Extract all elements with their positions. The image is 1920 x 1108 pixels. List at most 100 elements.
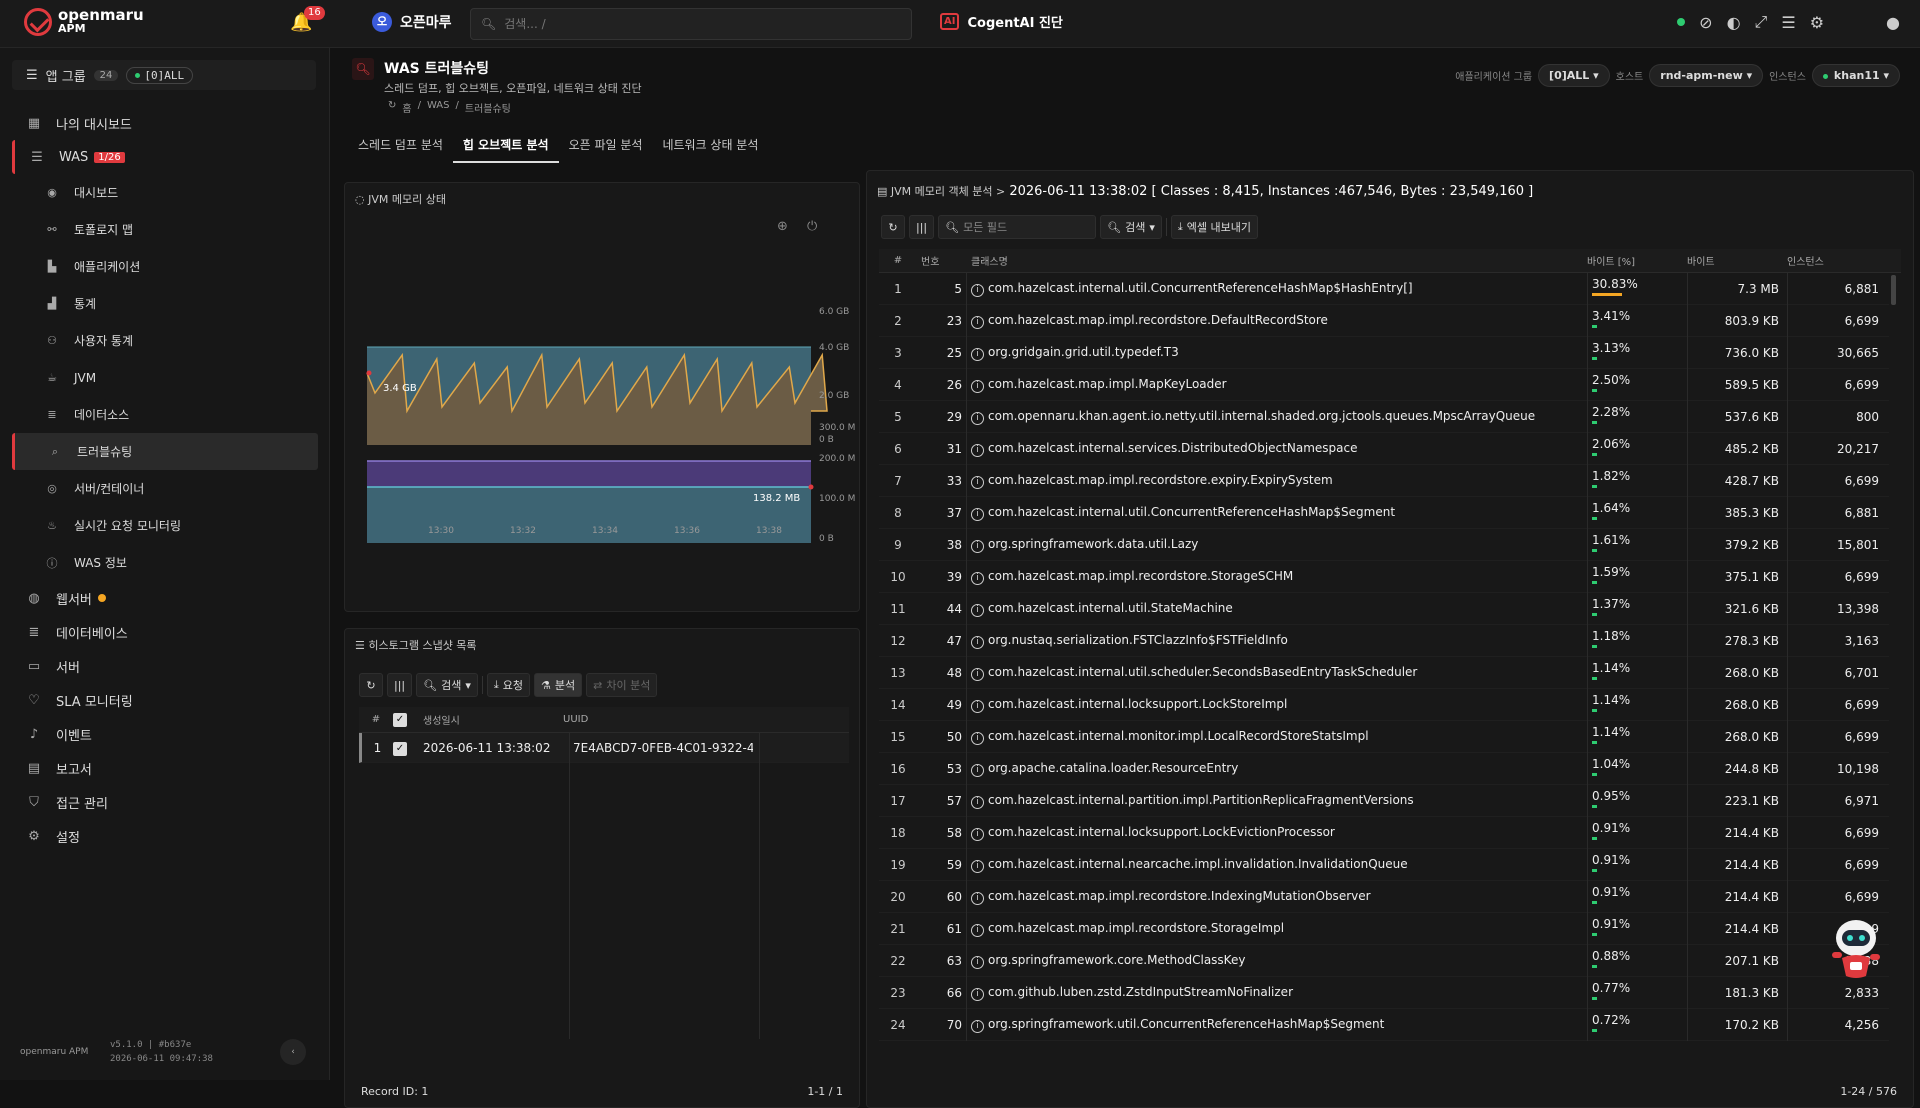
sidebar-item-6[interactable]: ⚇ 사용자 통계 xyxy=(12,322,318,359)
sidebar-item-1[interactable]: ☰ WAS 1/26 xyxy=(12,140,318,174)
info-icon[interactable]: i xyxy=(971,827,984,841)
sidebar-item-0[interactable]: ▦ 나의 대시보드 xyxy=(12,106,318,140)
info-icon[interactable]: i xyxy=(971,667,984,681)
info-icon[interactable]: i xyxy=(971,283,984,297)
mute-alarm-icon[interactable]: ⊘ xyxy=(1699,13,1712,32)
cogent-ai-button[interactable]: AI CogentAI 진단 xyxy=(940,12,1063,31)
user-avatar-icon[interactable]: ● xyxy=(1886,13,1900,32)
table-row[interactable]: 14 49 i com.hazelcast.internal.locksupport.… xyxy=(879,688,1889,721)
table-row[interactable]: 13 48 i com.hazelcast.internal.util.schedul… xyxy=(879,656,1889,689)
row-checkbox[interactable]: ✓ xyxy=(393,741,407,756)
global-search[interactable]: 🔍︎ xyxy=(470,8,912,40)
sidebar-item-16[interactable]: ♡ SLA 모니터링 xyxy=(12,683,318,717)
excel-export-button[interactable]: ⤓ 엑셀 내보내기 xyxy=(1170,215,1258,239)
sidebar-item-10[interactable]: ◎ 서버/컨테이너 xyxy=(12,470,318,507)
breadcrumb-was[interactable]: WAS xyxy=(427,100,450,115)
table-row[interactable]: 12 47 i org.nustaq.serialization.FSTClazzIn… xyxy=(879,624,1889,657)
info-icon[interactable]: i xyxy=(971,315,984,329)
table-row[interactable]: 8 37 i com.hazelcast.internal.util.Concurre… xyxy=(879,496,1889,529)
table-row[interactable]: 22 63 i org.springframework.core.MethodClas… xyxy=(879,944,1889,977)
sidebar-item-17[interactable]: ♪ 이벤트 xyxy=(12,717,318,751)
app-group-all-badge[interactable]: [0]ALL xyxy=(126,66,194,84)
org-selector[interactable]: 오 오픈마루 xyxy=(372,12,452,32)
global-search-input[interactable] xyxy=(504,17,885,31)
info-icon[interactable]: i xyxy=(971,347,984,361)
diff-analyze-button[interactable]: ⇄ 차이 분석 xyxy=(586,673,658,697)
tab-heap-object[interactable]: 힙 오브젝트 분석 xyxy=(452,130,559,163)
info-icon[interactable]: i xyxy=(971,923,984,937)
table-row[interactable]: 1 ✓ 2026-06-11 13:38:02 7E4ABCD7-0FEB-4C01-… xyxy=(359,733,849,763)
info-icon[interactable]: i xyxy=(971,635,984,649)
sidebar-item-8[interactable]: ≣ 데이터소스 xyxy=(12,396,318,433)
refresh-button[interactable]: ↻ xyxy=(881,215,905,239)
request-button[interactable]: ⤓ 요청 xyxy=(486,673,530,697)
filter-app-select[interactable]: [0]ALL ▾ xyxy=(1538,64,1610,87)
table-row[interactable]: 24 70 i org.springframework.util.Concurrent… xyxy=(879,1008,1889,1041)
info-icon[interactable]: i xyxy=(971,987,984,1001)
sidebar-item-19[interactable]: ⛉ 접근 관리 xyxy=(12,785,318,819)
sidebar-item-5[interactable]: ▟ 통계 xyxy=(12,285,318,322)
filter-host-select[interactable]: rnd-apm-new ▾ xyxy=(1649,64,1764,87)
table-row[interactable]: 7 33 i com.hazelcast.map.impl.recordstore.e… xyxy=(879,464,1889,497)
theme-toggle-icon[interactable]: ◐ xyxy=(1727,13,1741,32)
table-row[interactable]: 21 61 i com.hazelcast.map.impl.recordstore.… xyxy=(879,912,1889,945)
info-icon[interactable]: i xyxy=(971,443,984,457)
search-button[interactable]: 🔍︎ 검색 ▾ xyxy=(1100,215,1162,239)
columns-button[interactable]: ||| xyxy=(909,215,935,239)
table-row[interactable]: 5 29 i com.opennaru.khan.agent.io.netty.uti… xyxy=(879,400,1889,433)
info-icon[interactable]: i xyxy=(971,795,984,809)
info-icon[interactable]: i xyxy=(971,379,984,393)
sidebar-item-13[interactable]: ◍ 웹서버 xyxy=(12,581,318,615)
app-logo[interactable]: openmaru APM xyxy=(24,8,144,36)
table-row[interactable]: 19 59 i com.hazelcast.internal.nearcache.im… xyxy=(879,848,1889,881)
info-icon[interactable]: i xyxy=(971,955,984,969)
table-row[interactable]: 4 26 i com.hazelcast.map.impl.MapKeyLoader 2… xyxy=(879,368,1889,401)
sidebar-item-14[interactable]: ≣ 데이터베이스 xyxy=(12,615,318,649)
notification-button[interactable]: 🔔 16 xyxy=(290,6,325,36)
info-icon[interactable]: i xyxy=(971,731,984,745)
search-button[interactable]: 🔍︎ 검색 ▾ xyxy=(416,673,478,697)
info-icon[interactable]: i xyxy=(971,539,984,553)
filter-instance-select[interactable]: khan11 ▾ xyxy=(1811,64,1900,87)
select-all-checkbox[interactable]: ✓ xyxy=(393,712,407,727)
menu-icon[interactable]: ☰ xyxy=(1781,13,1795,32)
app-group-selector[interactable]: ☰ 앱 그룹 24 [0]ALL xyxy=(12,60,316,90)
table-row[interactable]: 1 5 i com.hazelcast.internal.util.Concurren… xyxy=(879,273,1889,305)
assistant-mascot[interactable] xyxy=(1828,912,1884,982)
tab-open-file[interactable]: 오픈 파일 분석 xyxy=(559,130,653,163)
gear-icon[interactable]: ⚙ xyxy=(1810,13,1824,32)
table-row[interactable]: 9 38 i org.springframework.data.util.Lazy 1.… xyxy=(879,528,1889,561)
info-icon[interactable]: i xyxy=(971,891,984,905)
info-icon[interactable]: i xyxy=(971,475,984,489)
table-row[interactable]: 17 57 i com.hazelcast.internal.partition.im… xyxy=(879,784,1889,817)
table-scrollbar[interactable] xyxy=(1891,275,1896,305)
table-row[interactable]: 3 25 i org.gridgain.grid.util.typedef.T3 3.1… xyxy=(879,336,1889,369)
sidebar-item-18[interactable]: ▤ 보고서 xyxy=(12,751,318,785)
sidebar-item-2[interactable]: ◉ 대시보드 xyxy=(12,174,318,211)
breadcrumb-home[interactable]: 홈 xyxy=(402,100,411,115)
analyze-button[interactable]: ⚗ 분석 xyxy=(534,673,583,697)
table-row[interactable]: 23 66 i com.github.luben.zstd.ZstdInputStre… xyxy=(879,976,1889,1009)
sidebar-item-3[interactable]: ⚯ 토폴로지 맵 xyxy=(12,211,318,248)
collapse-sidebar-button[interactable]: ‹ xyxy=(280,1039,306,1065)
tab-network-status[interactable]: 네트워크 상태 분석 xyxy=(652,130,768,163)
sidebar-item-12[interactable]: ⓘ WAS 정보 xyxy=(12,544,318,581)
table-row[interactable]: 2 23 i com.hazelcast.map.impl.recordstore.D… xyxy=(879,304,1889,337)
sidebar-item-7[interactable]: ☕ JVM xyxy=(12,359,318,396)
table-row[interactable]: 10 39 i com.hazelcast.map.impl.recordstore.… xyxy=(879,560,1889,593)
table-row[interactable]: 11 44 i com.hazelcast.internal.util.StateMa… xyxy=(879,592,1889,625)
table-row[interactable]: 18 58 i com.hazelcast.internal.locksupport.… xyxy=(879,816,1889,849)
zoom-icon[interactable]: ⊕ xyxy=(777,219,788,234)
table-row[interactable]: 6 31 i com.hazelcast.internal.services.Dist… xyxy=(879,432,1889,465)
info-icon[interactable]: i xyxy=(971,699,984,713)
info-icon[interactable]: i xyxy=(971,411,984,425)
columns-button[interactable]: ||| xyxy=(387,673,413,697)
info-icon[interactable]: i xyxy=(971,859,984,873)
field-search-input[interactable]: 🔍︎ 모든 필드 xyxy=(938,215,1097,239)
info-icon[interactable]: i xyxy=(971,603,984,617)
sidebar-item-4[interactable]: ▙ 애플리케이션 xyxy=(12,248,318,285)
table-row[interactable]: 20 60 i com.hazelcast.map.impl.recordstore.… xyxy=(879,880,1889,913)
info-icon[interactable]: i xyxy=(971,1019,984,1033)
power-icon[interactable]: ⏻ xyxy=(807,219,817,234)
table-row[interactable]: 16 53 i org.apache.catalina.loader.Resource… xyxy=(879,752,1889,785)
